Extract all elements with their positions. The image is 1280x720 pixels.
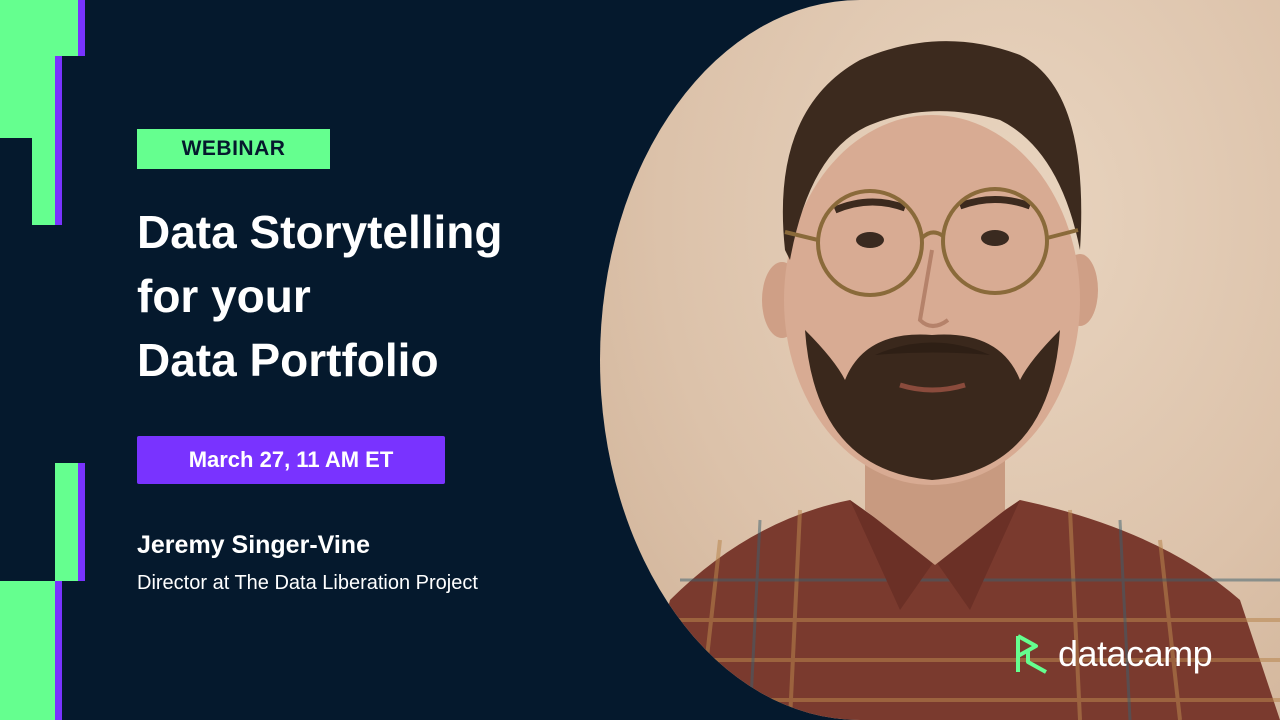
speaker-role: Director at The Data Liberation Project	[137, 572, 478, 594]
decor-strip-purple-bottom-upper	[78, 463, 85, 581]
decor-strip-purple-top	[78, 0, 85, 56]
speaker-name: Jeremy Singer-Vine	[137, 531, 370, 559]
decor-strip-purple-mid	[55, 56, 62, 225]
speaker-portrait-illustration	[640, 41, 1280, 720]
datacamp-logo: datacamp	[1014, 632, 1213, 676]
decor-block-green-top	[0, 0, 78, 56]
speaker-photo	[600, 0, 1280, 720]
decor-block-green-bottom-upper	[55, 463, 78, 581]
title-line-3: Data Portfolio	[137, 334, 439, 386]
decor-block-green-lower	[32, 138, 55, 225]
title-line-2: for your	[137, 270, 311, 322]
webinar-title: Data Storytelling for your Data Portfoli…	[137, 200, 597, 392]
decor-block-green-mid	[0, 56, 55, 138]
datacamp-logo-icon	[1016, 634, 1047, 674]
date-badge: March 27, 11 AM ET	[137, 436, 445, 484]
webinar-tag: WEBINAR	[137, 129, 330, 169]
datacamp-wordmark: datacamp	[1058, 633, 1213, 674]
decor-strip-purple-bottom	[55, 581, 62, 720]
title-line-1: Data Storytelling	[137, 206, 503, 258]
decor-block-green-bottom	[0, 581, 55, 720]
